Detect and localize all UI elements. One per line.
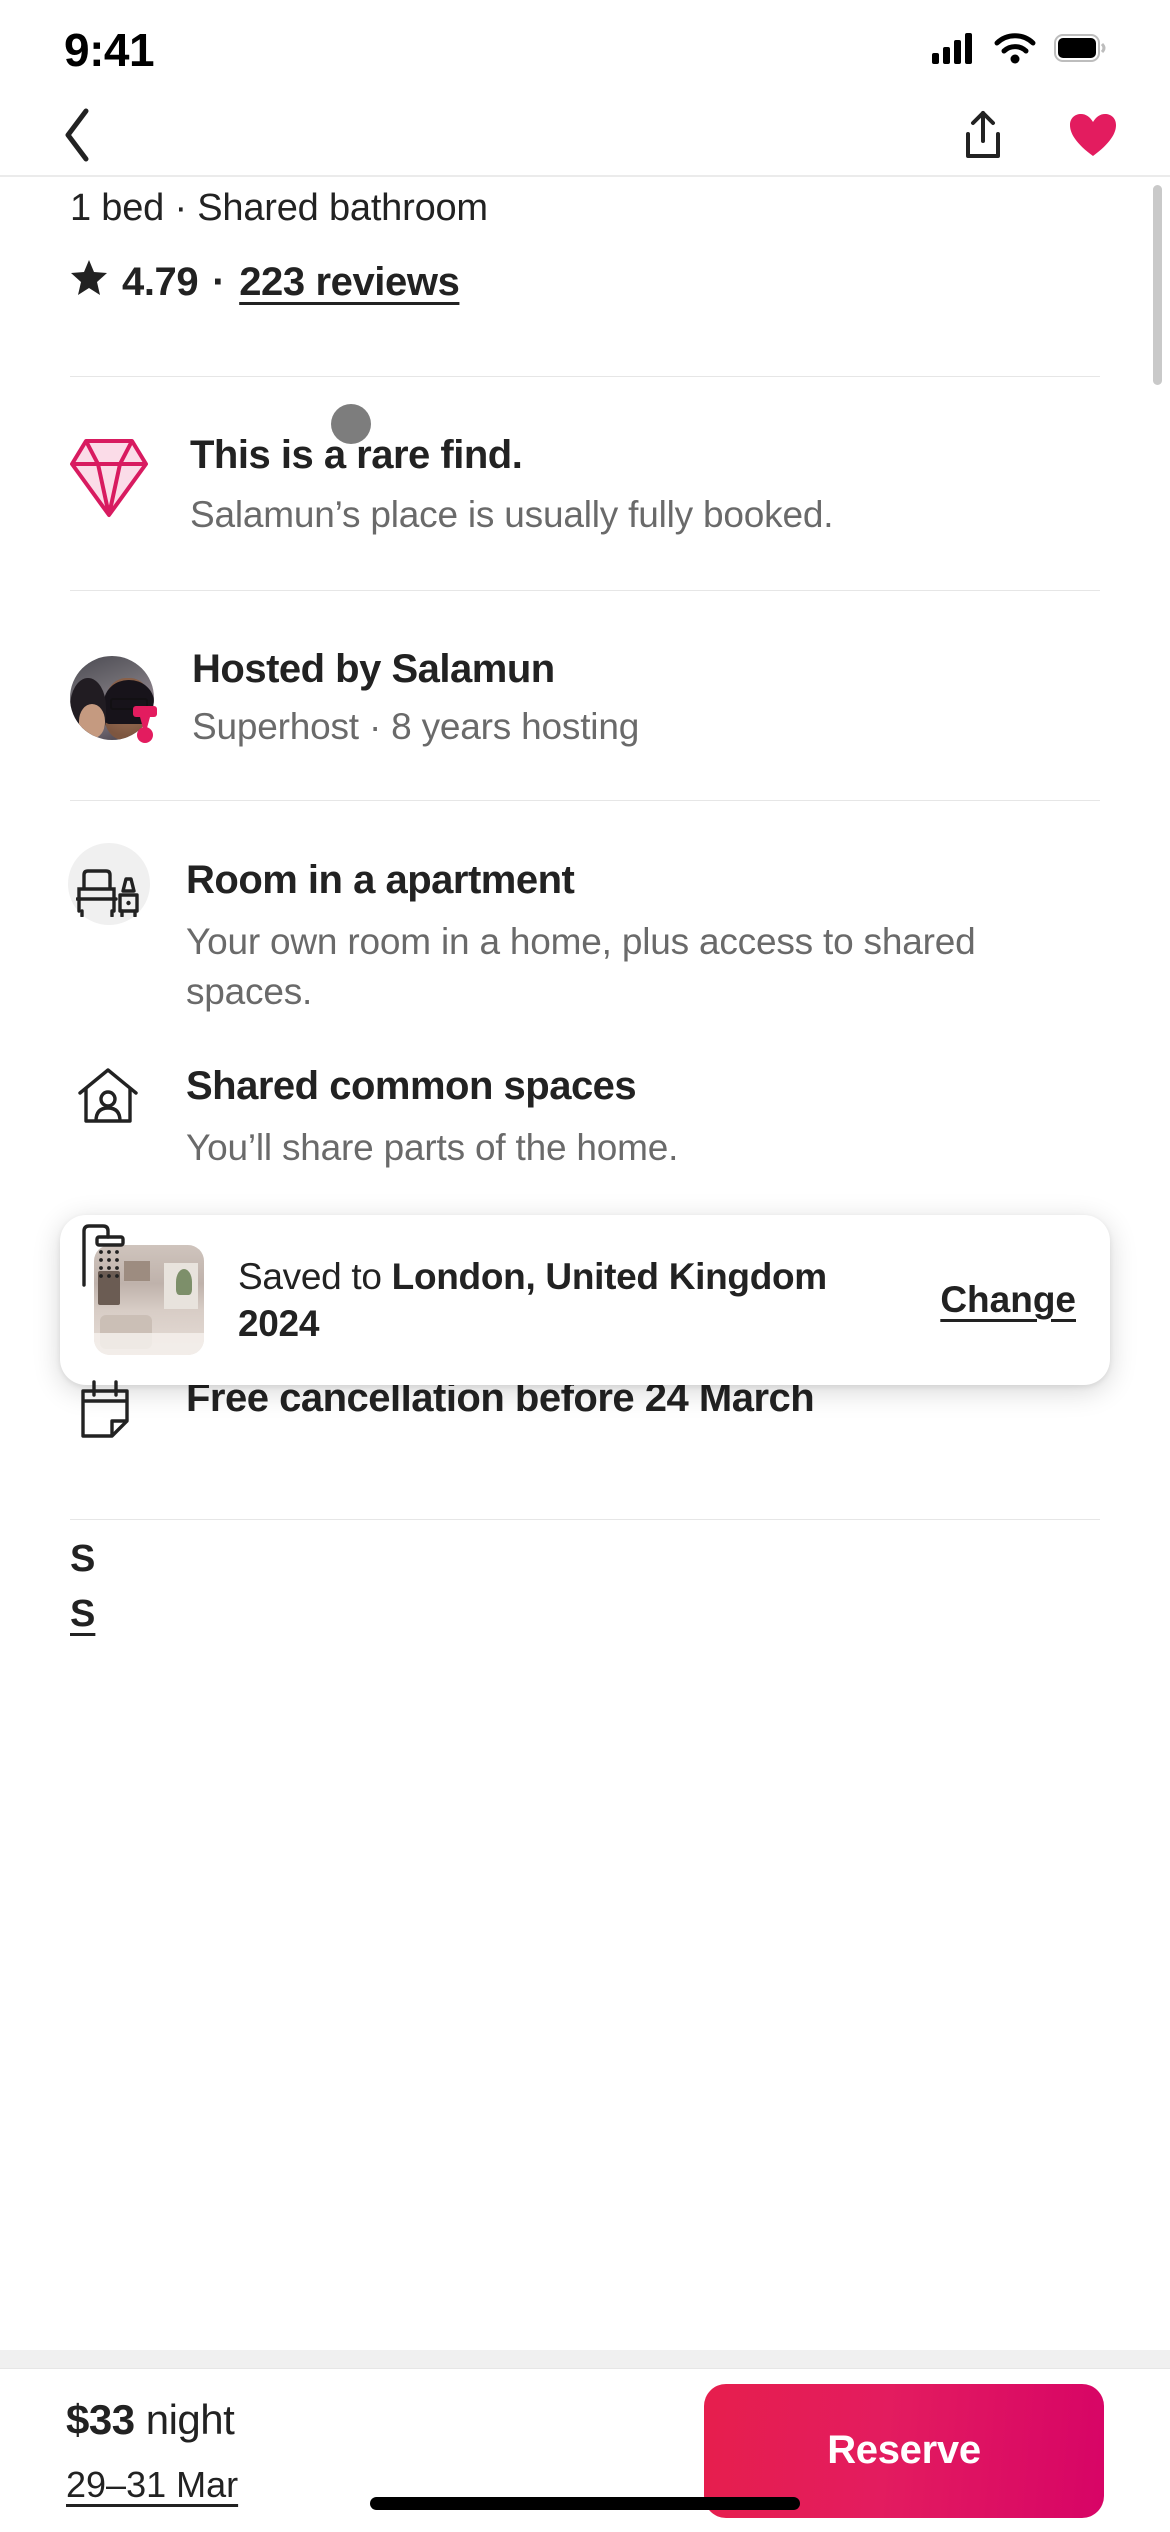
header-actions <box>952 107 1124 169</box>
price-row: $33 night <box>66 2396 238 2444</box>
home-indicator <box>370 2497 800 2510</box>
rating-separator: · <box>212 259 226 304</box>
rating-value: 4.79 <box>122 259 199 304</box>
back-button[interactable] <box>46 107 108 169</box>
host-section[interactable]: Hosted by Salamun Superhost · 8 years ho… <box>0 591 1170 800</box>
saved-toast-message: Saved to London, United Kingdom 2024 <box>238 1253 894 1348</box>
amenity-title: Room in a apartment <box>186 858 575 902</box>
scrollbar[interactable] <box>1153 185 1162 385</box>
status-bar-time: 9:41 <box>64 24 155 76</box>
rating-row: 4.79 · 223 reviews <box>70 258 1100 306</box>
list-item: Room in a apartment Your own room in a h… <box>68 843 1100 1017</box>
rare-find-section: This is a rare find. Salamun’s place is … <box>0 377 1170 590</box>
heart-filled-icon <box>1068 112 1118 163</box>
price-block: $33 night 29–31 Mar <box>66 2396 238 2506</box>
amenities-section: Room in a apartment Your own room in a h… <box>0 801 1170 1489</box>
listing-summary: 1 bed · Shared bathroom 4.79 · 223 revie… <box>0 175 1170 306</box>
rare-find-subtitle: Salamun’s place is usually fully booked. <box>190 494 834 535</box>
app-header <box>0 100 1170 175</box>
price-amount: $33 <box>66 2395 135 2443</box>
chevron-left-icon <box>60 107 94 168</box>
avatar[interactable] <box>70 655 157 743</box>
star-filled-icon <box>70 258 108 306</box>
obscured-section: S S <box>0 1520 1170 1636</box>
change-wishlist-button[interactable]: Change <box>940 1279 1076 1321</box>
status-bar: 9:41 <box>0 0 1170 100</box>
rare-find-title: This is a rare find. <box>190 433 523 477</box>
shower-icon <box>70 1219 146 1287</box>
superhost-badge-icon <box>128 704 162 744</box>
calendar-icon <box>70 1375 146 1439</box>
listing-subtitle: 1 bed · Shared bathroom <box>70 187 488 229</box>
cursor-dot <box>331 404 371 444</box>
house-person-icon <box>70 1063 146 1125</box>
amenity-description: You’ll share parts of the home. <box>186 1126 679 1168</box>
amenity-title: Shared common spaces <box>186 1063 637 1108</box>
saved-toast: Saved to London, United Kingdom 2024 Cha… <box>60 1215 1110 1385</box>
host-title: Hosted by Salamun <box>192 647 555 691</box>
diamond-icon <box>70 433 148 524</box>
dates-button[interactable]: 29–31 Mar <box>66 2464 238 2506</box>
host-subtitle: Superhost · 8 years hosting <box>192 706 640 747</box>
cellular-signal-icon <box>932 32 976 69</box>
list-item: Shared common spaces You’ll share parts … <box>70 1063 1100 1173</box>
saved-toast-prefix: Saved to <box>238 1255 392 1297</box>
status-bar-indicators <box>932 32 1106 69</box>
amenity-description: Your own room in a home, plus access to … <box>186 921 976 1012</box>
bed-nightstand-icon <box>68 843 150 925</box>
listing-scroll-content[interactable]: 1 bed · Shared bathroom 4.79 · 223 revie… <box>0 175 1170 2350</box>
wifi-icon <box>994 32 1036 69</box>
share-button[interactable] <box>952 107 1014 169</box>
share-icon <box>961 110 1005 165</box>
favorite-button[interactable] <box>1062 107 1124 169</box>
header-hairline <box>0 175 1170 177</box>
obscured-line-2[interactable]: S <box>70 1593 1100 1636</box>
obscured-line-1: S <box>70 1537 96 1580</box>
battery-full-icon <box>1054 33 1106 67</box>
price-unit: night <box>134 2395 235 2443</box>
reviews-link[interactable]: 223 reviews <box>239 260 460 305</box>
bottom-bar-gap <box>0 2350 1170 2368</box>
